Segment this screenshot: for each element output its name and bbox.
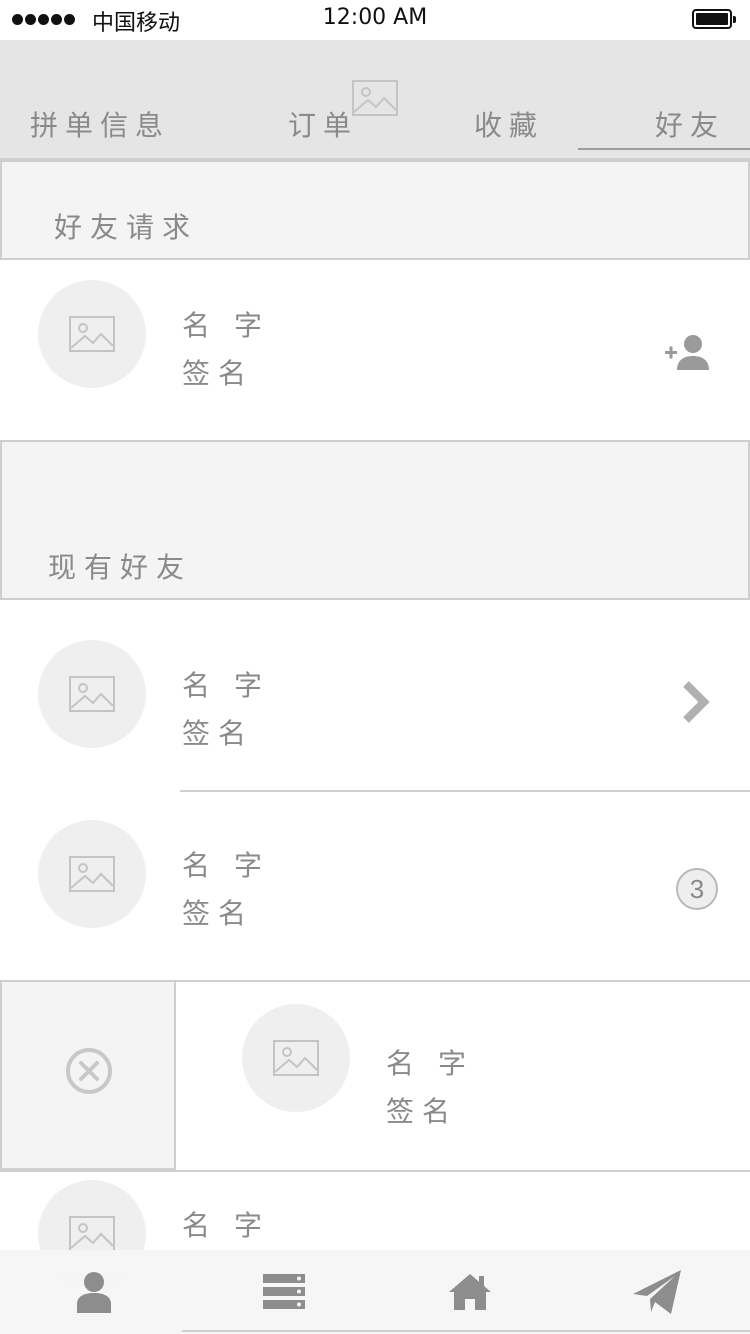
bottom-divider <box>182 1330 750 1332</box>
add-friend-icon[interactable] <box>662 334 710 372</box>
battery-full-icon <box>692 9 736 29</box>
section-title: 现有好友 <box>48 551 193 584</box>
friend-name: 名字 <box>386 1047 491 1080</box>
friend-name: 名字 <box>182 1209 287 1242</box>
row-divider <box>0 1170 750 1172</box>
list-icon <box>262 1274 305 1309</box>
delete-button[interactable] <box>0 980 176 1170</box>
avatar <box>242 1004 350 1112</box>
friend-name: 名字 <box>182 849 287 882</box>
tab-send[interactable] <box>563 1250 750 1334</box>
image-placeholder-icon <box>69 316 115 352</box>
tab-home[interactable] <box>376 1250 563 1334</box>
current-friends-header: 现有好友 <box>0 440 750 600</box>
tab-orders[interactable]: 订单 <box>288 104 358 144</box>
friend-signature: 签名 <box>182 897 255 930</box>
status-time: 12:00 AM <box>322 5 428 30</box>
user-icon <box>76 1272 111 1313</box>
image-placeholder-icon <box>69 676 115 712</box>
avatar <box>38 640 146 748</box>
home-icon <box>448 1274 491 1310</box>
tab-favorites[interactable]: 收藏 <box>474 104 544 144</box>
image-placeholder-icon <box>352 80 398 116</box>
chevron-right-icon[interactable] <box>680 680 710 724</box>
friend-signature: 签名 <box>182 357 255 390</box>
image-placeholder-icon <box>69 856 115 892</box>
avatar <box>38 820 146 928</box>
image-placeholder-icon <box>273 1040 319 1076</box>
friend-name: 名字 <box>182 669 287 702</box>
tab-friends[interactable]: 好友 <box>655 104 725 144</box>
friend-requests-header: 好友请求 <box>0 160 750 260</box>
top-tab-bar: 拼单信息 订单 收藏 好友 <box>0 40 750 160</box>
selected-tab-indicator <box>578 148 750 150</box>
bottom-tab-bar <box>0 1250 750 1334</box>
tab-profile[interactable] <box>0 1250 187 1334</box>
delete-circle-icon <box>66 1048 112 1094</box>
tab-list[interactable] <box>190 1250 377 1334</box>
status-bar: 中国移动 12:00 AM <box>0 0 750 40</box>
section-title: 好友请求 <box>54 211 199 244</box>
tab-group-order-info[interactable]: 拼单信息 <box>30 104 170 144</box>
friend-signature: 签名 <box>182 717 255 750</box>
friend-signature: 签名 <box>386 1095 459 1128</box>
friend-name: 名字 <box>182 309 287 342</box>
row-divider <box>180 790 750 792</box>
avatar <box>38 280 146 388</box>
paper-plane-icon <box>632 1270 681 1314</box>
image-placeholder-icon <box>69 1216 115 1252</box>
unread-count-badge: 3 <box>676 868 718 910</box>
